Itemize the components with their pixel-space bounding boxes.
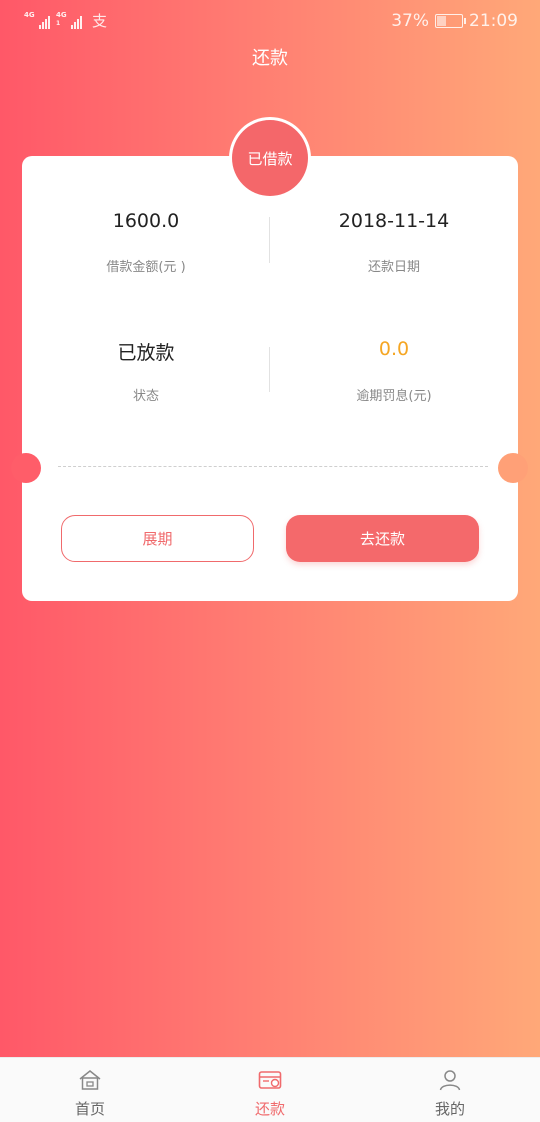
loan-amount-label: 借款金额(元 ): [106, 260, 186, 275]
extend-button[interactable]: 展期: [61, 515, 254, 562]
bottom-tab-bar: 首页 还款 我的: [0, 1057, 540, 1122]
penalty-value: 0.0: [378, 338, 410, 360]
signal-sim2-icon: 4G 1: [56, 11, 82, 29]
repay-card-icon: [258, 1071, 282, 1089]
status-bar: 4G 4G 1 支 37% 21:09: [0, 0, 540, 42]
status-label: 状态: [132, 389, 159, 404]
divider: [269, 217, 270, 263]
loan-status-badge: 已借款: [232, 120, 308, 196]
tab-home[interactable]: 首页: [0, 1058, 180, 1122]
clock: 21:09: [469, 11, 518, 31]
battery-fill: [437, 16, 446, 26]
loan-amount-value: 1600.0: [112, 210, 180, 232]
ticket-notch-right: [498, 453, 528, 483]
user-icon: [439, 1070, 461, 1091]
battery-icon: [435, 14, 466, 28]
tab-repay-label: 还款: [254, 1100, 285, 1118]
signal-sim1-icon: 4G: [24, 11, 50, 29]
ticket-notch-left: [11, 453, 41, 483]
page-title: 还款: [252, 48, 288, 69]
tab-home-label: 首页: [74, 1100, 105, 1118]
home-icon: [79, 1070, 101, 1090]
repay-date-label: 还款日期: [367, 260, 420, 275]
repay-date-value: 2018-11-14: [338, 210, 450, 232]
divider: [269, 347, 270, 392]
tab-repay[interactable]: 还款: [180, 1058, 360, 1122]
tab-mine[interactable]: 我的: [360, 1058, 540, 1122]
status-value: 已放款: [117, 342, 175, 364]
repay-button[interactable]: 去还款: [286, 515, 479, 562]
penalty-label: 逾期罚息(元): [356, 389, 432, 404]
tab-mine-label: 我的: [434, 1100, 465, 1118]
dashed-divider: [58, 466, 488, 467]
battery-percent: 37%: [391, 11, 429, 31]
alipay-icon: 支: [92, 12, 108, 30]
